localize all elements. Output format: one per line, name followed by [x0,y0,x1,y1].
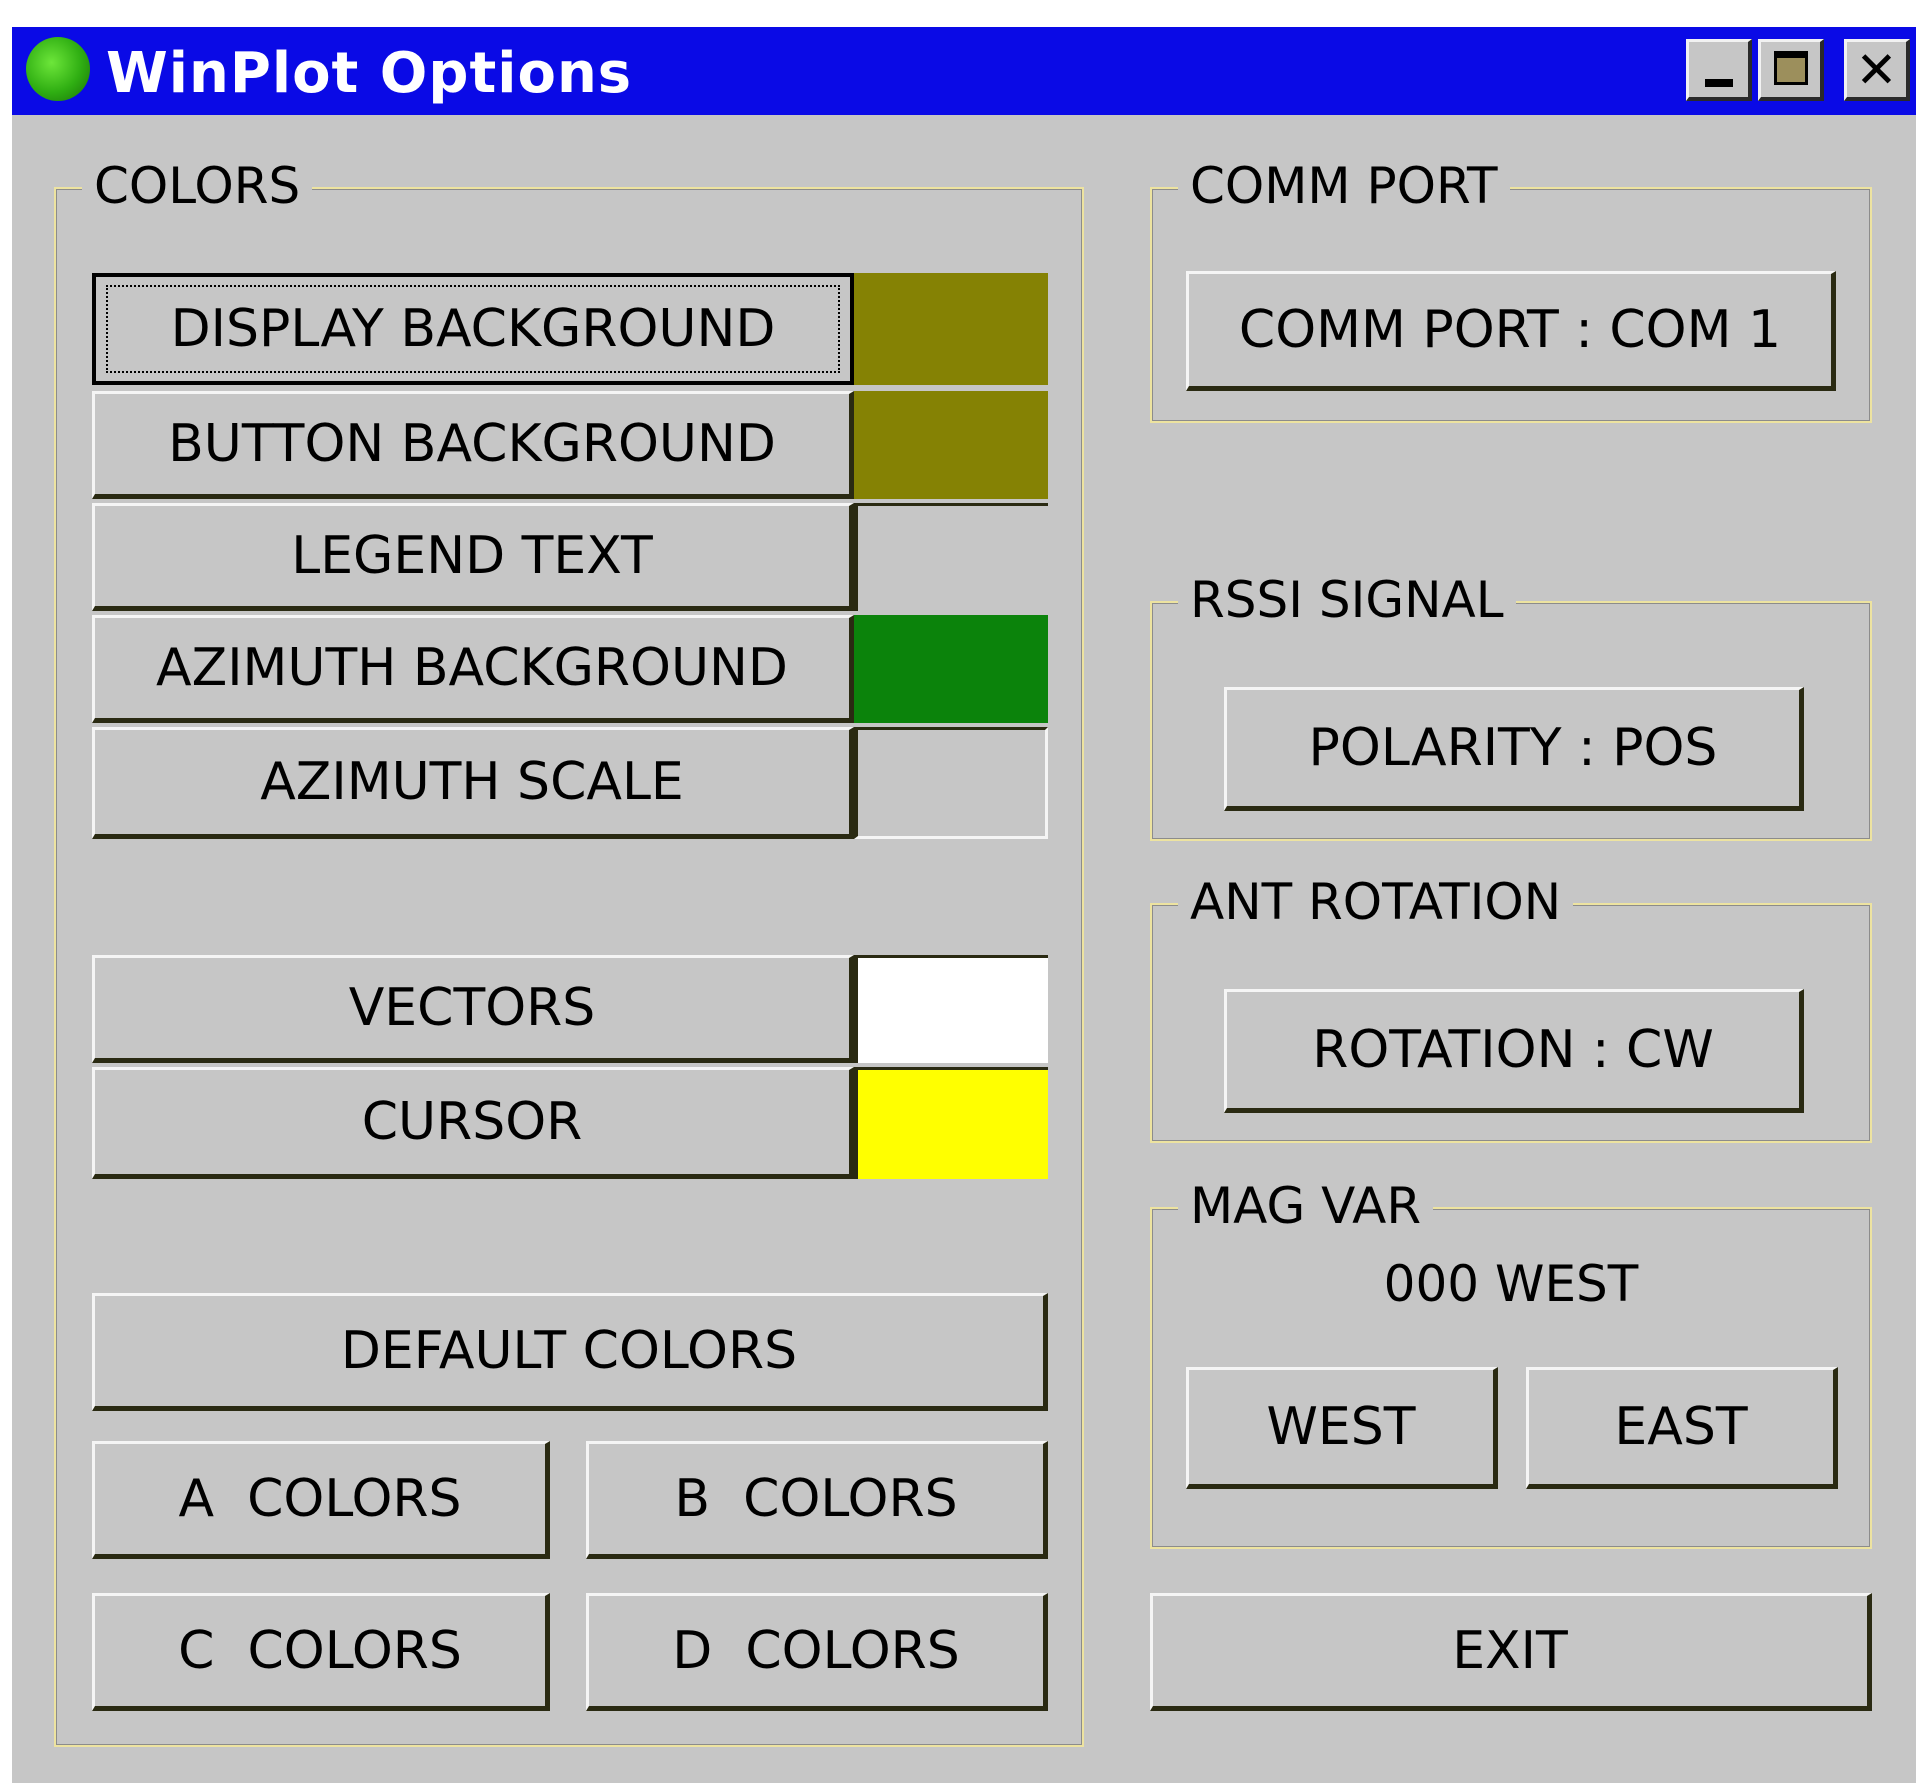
azimuth-background-swatch[interactable] [854,615,1048,723]
cursor-swatch[interactable] [854,1067,1048,1179]
colors-group-label: COLORS [82,157,313,215]
cursor-label: CURSOR [361,1092,583,1152]
close-button[interactable]: ✕ [1844,39,1910,101]
polarity-button[interactable]: POLARITY : POS [1224,687,1804,811]
display-background-swatch[interactable] [854,273,1048,385]
east-button[interactable]: EAST [1526,1367,1838,1489]
legend-text-swatch[interactable] [854,503,1048,611]
exit-button[interactable]: EXIT [1150,1593,1872,1711]
a-colors-button[interactable]: A COLORS [92,1441,550,1559]
d-colors-label: D COLORS [672,1621,960,1681]
azimuth-scale-label: AZIMUTH SCALE [260,752,684,812]
polarity-button-label: POLARITY : POS [1308,718,1718,778]
cursor-button[interactable]: CURSOR [92,1067,854,1179]
maximize-button[interactable] [1758,39,1824,101]
c-colors-label: C COLORS [178,1621,462,1681]
a-colors-label: A COLORS [178,1469,462,1529]
close-icon: ✕ [1855,41,1898,99]
vectors-label: VECTORS [348,978,596,1038]
legend-text-button[interactable]: LEGEND TEXT [92,503,854,611]
west-button[interactable]: WEST [1186,1367,1498,1489]
comm-port-group-label: COMM PORT [1178,157,1510,215]
azimuth-background-button[interactable]: AZIMUTH BACKGROUND [92,615,854,723]
comm-port-button[interactable]: COMM PORT : COM 1 [1186,271,1836,391]
button-background-button[interactable]: BUTTON BACKGROUND [92,391,854,499]
rssi-signal-group-label: RSSI SIGNAL [1178,571,1516,629]
focus-indicator [106,285,840,373]
title-bar[interactable]: WinPlot Options ✕ [12,27,1916,115]
maximize-icon [1774,51,1808,85]
azimuth-scale-swatch[interactable] [854,727,1048,839]
app-icon [26,37,90,101]
button-background-label: BUTTON BACKGROUND [168,414,776,474]
vectors-swatch[interactable] [854,955,1048,1063]
minimize-button[interactable] [1686,39,1752,101]
c-colors-button[interactable]: C COLORS [92,1593,550,1711]
rotation-button-label: ROTATION : CW [1312,1020,1714,1080]
default-colors-label: DEFAULT COLORS [340,1321,798,1381]
mag-var-value: 000 WEST [1383,1255,1639,1313]
comm-port-button-label: COMM PORT : COM 1 [1238,300,1782,360]
azimuth-background-label: AZIMUTH BACKGROUND [156,638,788,698]
b-colors-label: B COLORS [674,1469,958,1529]
d-colors-button[interactable]: D COLORS [586,1593,1048,1711]
east-button-label: EAST [1614,1397,1748,1457]
rotation-button[interactable]: ROTATION : CW [1224,989,1804,1113]
exit-button-label: EXIT [1452,1621,1568,1681]
azimuth-scale-button[interactable]: AZIMUTH SCALE [92,727,854,839]
display-background-button[interactable]: DISPLAY BACKGROUND [92,273,854,385]
window-title: WinPlot Options [106,41,633,106]
west-button-label: WEST [1266,1397,1416,1457]
ant-rotation-group-label: ANT ROTATION [1178,873,1574,931]
button-background-swatch[interactable] [854,391,1048,499]
default-colors-button[interactable]: DEFAULT COLORS [92,1293,1048,1411]
options-window: WinPlot Options ✕ COLORS DISPLAY BACKGRO… [12,27,1916,1783]
b-colors-button[interactable]: B COLORS [586,1441,1048,1559]
legend-text-label: LEGEND TEXT [291,526,653,586]
mag-var-group-label: MAG VAR [1178,1177,1434,1235]
minimize-icon [1705,79,1733,87]
vectors-button[interactable]: VECTORS [92,955,854,1063]
